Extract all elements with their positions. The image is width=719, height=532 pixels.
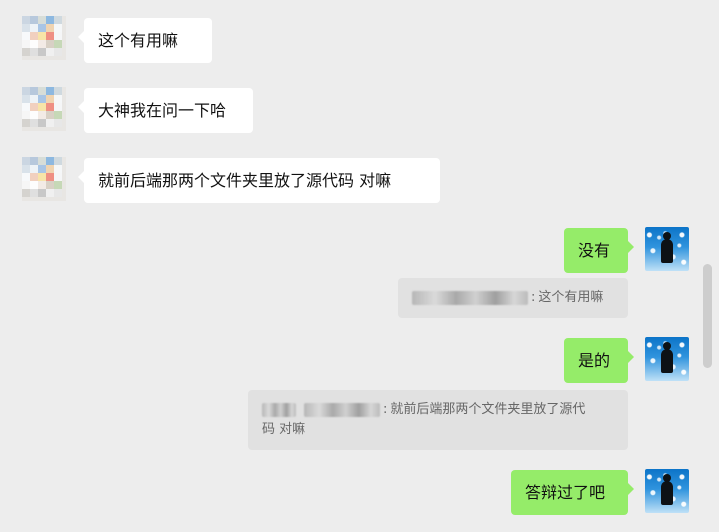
message-bubble-right[interactable]: 是的 (564, 338, 634, 383)
avatar-figure (661, 232, 673, 263)
message-bubble-right[interactable]: 没有 (564, 228, 634, 273)
message-bubble-left[interactable]: 就前后端那两个文件夹里放了源代码 对嘛 (78, 158, 440, 203)
avatar-figure (661, 342, 673, 373)
chat-panel: 这个有用嘛 大神我在问一下哈 就前后端那两个文件夹里放了源代码 对嘛 没有: … (0, 0, 700, 532)
quote-text-line1: 就前后端那两个文件夹里放了源代 (390, 402, 586, 417)
avatar-figure (661, 474, 673, 505)
quoted-message[interactable]: : 这个有用嘛 (398, 278, 628, 318)
quote-separator: : (383, 402, 388, 417)
message-text: 就前后端那两个文件夹里放了源代码 对嘛 (98, 170, 392, 190)
message-text: 大神我在问一下哈 (98, 100, 227, 120)
quote-text-line2: 码 对嘛 (262, 422, 306, 437)
quote-line: : 这个有用嘛 (412, 288, 614, 308)
message-text: 是的 (578, 350, 611, 370)
self-avatar[interactable] (645, 469, 689, 513)
message-text: 没有 (578, 240, 611, 260)
contact-avatar[interactable] (22, 87, 66, 131)
contact-avatar[interactable] (22, 157, 66, 201)
message-bubble-left[interactable]: 大神我在问一下哈 (78, 88, 253, 133)
quoted-message[interactable]: : 就前后端那两个文件夹里放了源代 码 对嘛 (248, 390, 628, 450)
message-text: 这个有用嘛 (98, 30, 179, 50)
blurred-name (262, 403, 296, 417)
quote-separator: : (531, 290, 536, 305)
quote-line: 码 对嘛 (262, 420, 614, 440)
message-bubble-left[interactable]: 这个有用嘛 (78, 18, 212, 63)
self-avatar[interactable] (645, 227, 689, 271)
quote-line: : 就前后端那两个文件夹里放了源代 (262, 400, 614, 420)
chat-scrollbar[interactable] (703, 264, 712, 368)
message-bubble-right[interactable]: 答辩过了吧 (511, 470, 634, 515)
blurred-name (304, 403, 380, 417)
quote-text: 这个有用嘛 (538, 290, 604, 305)
blurred-name (412, 291, 528, 305)
contact-avatar[interactable] (22, 16, 66, 60)
message-text: 答辩过了吧 (525, 482, 606, 502)
self-avatar[interactable] (645, 337, 689, 381)
